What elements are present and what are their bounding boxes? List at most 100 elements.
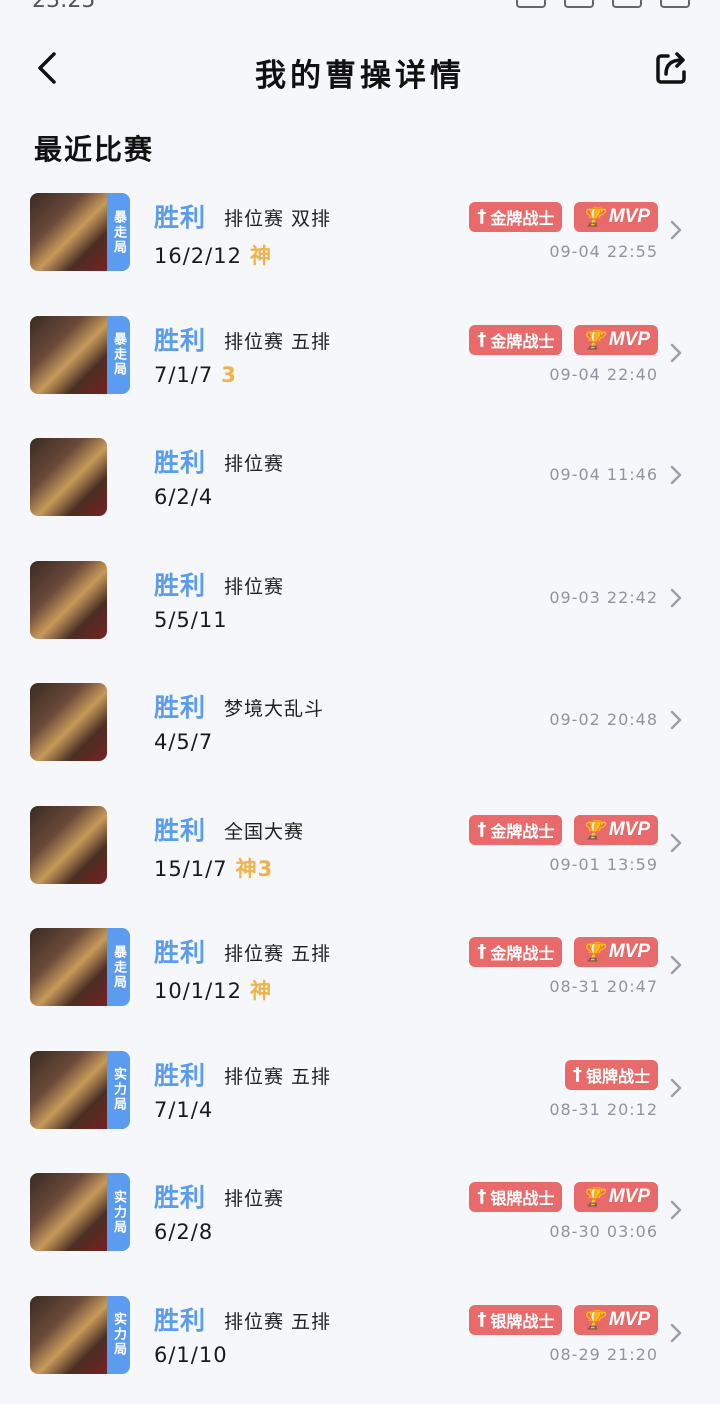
share-button[interactable]	[652, 48, 692, 88]
match-time: 09-04 11:46	[549, 465, 658, 484]
badge-label: 金牌战士	[490, 331, 555, 351]
match-tag: 实力局	[107, 1173, 130, 1251]
match-mode: 全国大赛	[224, 820, 305, 843]
match-row-2[interactable]: 暴走局 胜利 排位赛 五排 7/1/7 3 † 金牌战士 🏆 MVP 09-04 22:…	[0, 303, 720, 426]
status-icons	[516, 0, 690, 8]
sword-icon: †	[477, 941, 487, 962]
match-kda: 7/1/7 3	[154, 363, 237, 387]
match-kda: 6/2/8	[154, 1220, 213, 1244]
rank-badge: † 银牌战士	[469, 1182, 563, 1212]
badge-label: 银牌战士	[585, 1066, 650, 1086]
match-result: 胜利	[154, 938, 207, 967]
match-row-5[interactable]: 胜利 梦境大乱斗 4/5/7 09-02 20:48	[0, 670, 720, 793]
hero-avatar: 实力局	[30, 1050, 130, 1129]
battery-icon	[660, 0, 690, 8]
hero-portrait	[30, 1173, 107, 1251]
badge-group: † 金牌战士 🏆 MVP	[469, 937, 658, 967]
hero-portrait	[30, 438, 107, 516]
rank-badge: † 金牌战士	[469, 814, 563, 845]
match-kda: 10/1/12 神	[154, 975, 272, 1005]
match-time: 08-29 21:20	[549, 1344, 658, 1364]
chevron-right-icon	[670, 833, 682, 852]
match-row-7[interactable]: 暴走局 胜利 排位赛 五排 10/1/12 神 † 金牌战士 🏆 MVP 08-31 2…	[0, 915, 720, 1038]
status-time: 23:25	[32, 0, 96, 13]
kda-value: 10/1/12	[154, 979, 242, 1003]
match-kda: 5/5/11	[154, 608, 228, 632]
hero-avatar	[30, 560, 130, 639]
match-row-3[interactable]: 胜利 排位赛 6/2/4 09-04 11:46	[0, 425, 720, 548]
match-row-10[interactable]: 实力局 胜利 排位赛 五排 6/1/10 † 银牌战士 🏆 MVP 08-29 21:…	[0, 1283, 720, 1404]
match-list: 暴走局 胜利 排位赛 双排 16/2/12 神 † 金牌战士 🏆 MVP 09-04 2…	[0, 180, 720, 1404]
match-time: 09-03 22:42	[549, 587, 658, 607]
match-time: 09-02 20:48	[549, 710, 658, 729]
badge-group: † 金牌战士 🏆 MVP	[469, 202, 658, 232]
match-kda: 7/1/4	[154, 1098, 213, 1122]
hero-portrait	[30, 1050, 107, 1129]
hero-avatar: 实力局	[30, 1295, 130, 1374]
trophy-icon: 🏆	[582, 1187, 605, 1207]
kda-value: 15/1/7	[154, 856, 228, 881]
match-result: 胜利	[154, 1060, 207, 1090]
badge-label: 金牌战士	[490, 944, 555, 963]
match-row-1[interactable]: 暴走局 胜利 排位赛 双排 16/2/12 神 † 金牌战士 🏆 MVP 09-04 2…	[0, 180, 720, 303]
badge-label: MVP	[608, 1186, 650, 1207]
page-title: 我的曹操详情	[255, 58, 465, 94]
match-row-8[interactable]: 实力局 胜利 排位赛 五排 7/1/4 † 银牌战士 08-31 20:12	[0, 1038, 720, 1161]
match-mode: 排位赛 五排	[224, 1065, 332, 1088]
match-mode: 排位赛 五排	[224, 330, 332, 353]
hero-portrait	[30, 683, 107, 761]
chevron-right-icon	[670, 343, 682, 362]
kda-value: 16/2/12	[154, 244, 242, 268]
match-time: 09-04 22:55	[549, 242, 658, 261]
match-mode: 排位赛	[224, 575, 285, 598]
hero-avatar: 暴走局	[30, 193, 130, 271]
sword-icon: †	[572, 1063, 582, 1085]
chevron-right-icon	[670, 588, 682, 607]
match-row-4[interactable]: 胜利 排位赛 5/5/11 09-03 22:42	[0, 548, 720, 671]
rank-badge: † 银牌战士	[469, 1304, 563, 1335]
match-time: 08-31 20:47	[549, 977, 658, 996]
chevron-right-icon	[670, 710, 682, 730]
hero-portrait	[30, 560, 107, 639]
match-mode: 梦境大乱斗	[224, 698, 325, 720]
section-title: 最近比赛	[34, 133, 155, 166]
kda-value: 6/2/4	[154, 485, 214, 509]
hero-avatar: 实力局	[30, 1173, 130, 1251]
badge-group: † 金牌战士 🏆 MVP	[469, 324, 658, 355]
match-time: 09-01 13:59	[549, 854, 658, 874]
badge-group: † 银牌战士	[564, 1059, 658, 1090]
hd-icon	[516, 0, 546, 8]
match-tag: 暴走局	[107, 928, 130, 1006]
match-result: 胜利	[154, 448, 207, 477]
match-kda: 4/5/7	[154, 730, 213, 754]
chevron-right-icon	[670, 465, 682, 485]
match-time: 08-31 20:12	[549, 1099, 658, 1119]
match-time: 08-30 03:06	[549, 1222, 658, 1241]
performance-mark: 神	[249, 244, 272, 268]
badge-label: MVP	[608, 328, 650, 350]
match-tag: 暴走局	[107, 193, 130, 271]
match-mode: 排位赛 双排	[224, 208, 332, 230]
badge-label: 金牌战士	[490, 209, 555, 228]
sword-icon: †	[477, 1308, 487, 1330]
match-result: 胜利	[154, 325, 207, 355]
match-tag: 暴走局	[107, 315, 130, 394]
sword-icon: †	[477, 1186, 487, 1207]
performance-mark: 神	[249, 979, 272, 1003]
hero-avatar: 暴走局	[30, 928, 130, 1006]
trophy-icon: 🏆	[582, 1309, 605, 1330]
match-mode: 排位赛	[224, 453, 285, 475]
hero-avatar: 暴走局	[30, 315, 130, 394]
match-kda: 15/1/7 神3	[154, 853, 273, 883]
performance-mark: 神3	[235, 856, 274, 881]
match-result: 胜利	[154, 203, 207, 232]
kda-value: 6/1/10	[154, 1342, 228, 1367]
rank-badge: † 金牌战士	[469, 937, 563, 967]
match-row-6[interactable]: 胜利 全国大赛 15/1/7 神3 † 金牌战士 🏆 MVP 09-01 13:59	[0, 793, 720, 916]
kda-value: 5/5/11	[154, 607, 228, 632]
match-row-9[interactable]: 实力局 胜利 排位赛 6/2/8 † 银牌战士 🏆 MVP 08-30 03:06	[0, 1160, 720, 1283]
mvp-badge: 🏆 MVP	[574, 1304, 658, 1335]
hero-portrait	[30, 805, 107, 884]
wifi-icon	[612, 0, 642, 8]
chevron-right-icon	[670, 955, 682, 975]
